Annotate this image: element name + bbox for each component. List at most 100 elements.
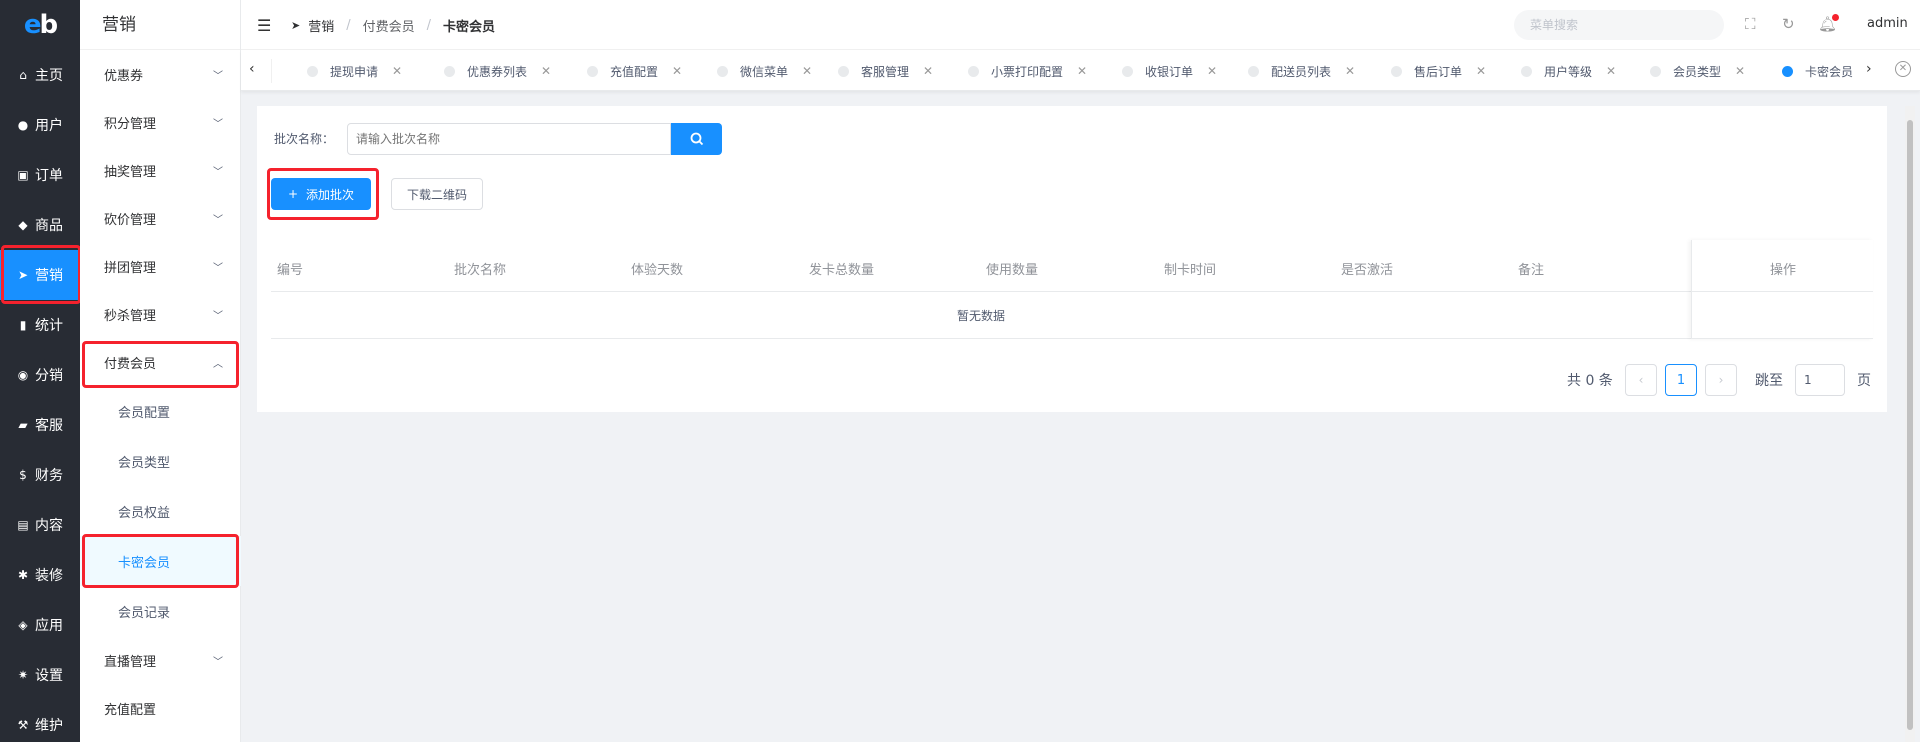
tab-after-sales[interactable]: 售后订单 ✕	[1391, 58, 1486, 84]
batch-name-input[interactable]	[347, 123, 671, 155]
chat-icon: ▰	[18, 418, 28, 432]
submenu-label: 直播管理	[104, 654, 157, 670]
tab-withdraw[interactable]: 提现申请 ✕	[307, 58, 402, 84]
submenu-label: 砍价管理	[104, 212, 157, 228]
close-icon[interactable]: ✕	[1476, 64, 1486, 78]
rail-item-service[interactable]: ▰ 客服	[0, 400, 80, 450]
tab-member-type[interactable]: 会员类型 ✕	[1650, 58, 1745, 84]
tab-divider	[271, 59, 272, 83]
tab-cashier-orders[interactable]: 收银订单 ✕	[1122, 58, 1217, 84]
scrollbar[interactable]	[1905, 106, 1915, 742]
refresh-icon[interactable]: ↻	[1782, 15, 1795, 33]
column-header: 备注	[1518, 263, 1545, 278]
rail-item-product[interactable]: ◆ 商品	[0, 200, 80, 250]
submenu-item-points[interactable]: 积分管理 ﹀	[80, 98, 241, 146]
rail-item-home[interactable]: ⌂ 主页	[0, 50, 80, 100]
chevron-down-icon: ﹀	[213, 71, 223, 82]
close-icon[interactable]: ✕	[1077, 64, 1087, 78]
submenu-label: 积分管理	[104, 116, 157, 132]
column-header: 编号	[277, 263, 304, 278]
close-icon[interactable]: ✕	[1345, 64, 1355, 78]
submenu-item-bargain[interactable]: 砍价管理 ﹀	[80, 194, 241, 242]
menu-search-input[interactable]: 菜单搜索	[1514, 10, 1724, 40]
search-button[interactable]	[671, 123, 722, 155]
rail-item-decorate[interactable]: ✱ 装修	[0, 550, 80, 600]
close-icon[interactable]: ✕	[923, 64, 933, 78]
share-icon: ◉	[17, 368, 29, 382]
tab-card-member[interactable]: 卡密会员	[1782, 58, 1862, 84]
rail-item-content[interactable]: ▤ 内容	[0, 500, 80, 550]
rail-item-apps[interactable]: ◈ 应用	[0, 600, 80, 650]
tab-coupon-list[interactable]: 优惠券列表 ✕	[444, 58, 551, 84]
rail-item-finance[interactable]: $ 财务	[0, 450, 80, 500]
page-number-button[interactable]: 1	[1665, 364, 1697, 396]
close-icon[interactable]: ✕	[672, 64, 682, 78]
gear-icon: ✷	[17, 668, 29, 682]
add-batch-button[interactable]: + 添加批次	[271, 178, 371, 210]
tab-dot	[1248, 65, 1259, 77]
next-page-button[interactable]: ›	[1705, 364, 1737, 396]
fullscreen-icon[interactable]: ⛶	[1745, 15, 1756, 33]
close-all-icon[interactable]: ✕	[1895, 61, 1911, 77]
submenu-label: 秒杀管理	[104, 308, 157, 324]
home-icon: ⌂	[19, 68, 27, 82]
close-icon[interactable]: ✕	[541, 64, 551, 78]
rail-label: 客服	[35, 418, 63, 434]
breadcrumb-root[interactable]: 营销	[308, 16, 334, 35]
submenu-item-coupon[interactable]: 优惠券 ﹀	[80, 50, 241, 98]
rail-item-stats[interactable]: ▮ 统计	[0, 300, 80, 350]
tab-label: 配送员列表	[1271, 64, 1332, 79]
app-logo[interactable]: eb	[0, 0, 80, 50]
rail-item-marketing[interactable]: ➤ 营销	[0, 250, 80, 300]
rail-item-order[interactable]: ▣ 订单	[0, 150, 80, 200]
rail-label: 订单	[35, 168, 63, 184]
close-icon[interactable]: ✕	[1735, 64, 1745, 78]
chevron-left-icon[interactable]: ‹	[249, 61, 255, 77]
submenu-child-member-rights[interactable]: 会员权益	[80, 486, 241, 536]
tab-label: 提现申请	[330, 64, 379, 79]
submenu-item-group[interactable]: 拼团管理 ﹀	[80, 242, 241, 290]
tab-user-level[interactable]: 用户等级 ✕	[1521, 58, 1616, 84]
rail-item-distribution[interactable]: ◉ 分销	[0, 350, 80, 400]
submenu-item-recharge[interactable]: 充值配置	[80, 684, 241, 732]
prev-page-button[interactable]: ‹	[1625, 364, 1657, 396]
submenu-child-member-type[interactable]: 会员类型	[80, 436, 241, 486]
submenu-item-live[interactable]: 直播管理 ﹀	[80, 636, 241, 684]
cart-icon: ▣	[17, 168, 29, 182]
main-sidebar: eb ⌂ 主页 ● 用户 ▣ 订单 ◆ 商品 ➤ 营销 ▮ 统计 ◉ 分销 ▰ 客服 $ 财务 ▤…	[0, 0, 80, 742]
download-qrcode-button[interactable]: 下载二维码	[391, 178, 483, 210]
close-icon[interactable]: ✕	[392, 64, 402, 78]
submenu-label: 卡密会员	[118, 555, 171, 571]
send-icon: ➤	[291, 19, 301, 32]
table-header: 编号 批次名称 体验天数 发卡总数量 使用数量 制卡时间 是否激活 备注	[271, 240, 1873, 292]
submenu-label: 会员记录	[118, 605, 171, 621]
submenu-label: 会员类型	[118, 455, 171, 471]
close-icon[interactable]: ✕	[802, 64, 812, 78]
tab-service-manage[interactable]: 客服管理 ✕	[838, 58, 933, 84]
close-icon[interactable]: ✕	[1606, 64, 1616, 78]
submenu-item-seckill[interactable]: 秒杀管理 ﹀	[80, 290, 241, 338]
user-name[interactable]: admin	[1867, 16, 1908, 31]
jump-page-input[interactable]: 1	[1795, 364, 1845, 396]
close-icon[interactable]: ✕	[1207, 64, 1217, 78]
add-batch-label: 添加批次	[306, 187, 355, 202]
menu-collapse-icon[interactable]: ☰	[257, 16, 271, 35]
submenu-item-lottery[interactable]: 抽奖管理 ﹀	[80, 146, 241, 194]
tab-wechat-menu[interactable]: 微信菜单 ✕	[717, 58, 812, 84]
book-icon: ▤	[17, 518, 29, 532]
rail-item-user[interactable]: ● 用户	[0, 100, 80, 150]
submenu-child-card-member[interactable]: 卡密会员	[80, 536, 241, 586]
submenu-child-member-config[interactable]: 会员配置	[80, 386, 241, 436]
total-count: 共 0 条	[1567, 373, 1613, 389]
submenu-item-paid-member[interactable]: 付费会员 ︿	[80, 338, 241, 386]
submenu-child-member-records[interactable]: 会员记录	[80, 586, 241, 636]
rail-item-settings[interactable]: ✷ 设置	[0, 650, 80, 700]
tab-courier-list[interactable]: 配送员列表 ✕	[1248, 58, 1355, 84]
tab-receipt-print[interactable]: 小票打印配置 ✕	[968, 58, 1087, 84]
tab-recharge-config[interactable]: 充值配置 ✕	[587, 58, 682, 84]
breadcrumb-mid[interactable]: 付费会员	[363, 16, 415, 35]
rail-item-maintain[interactable]: ⚒ 维护	[0, 700, 80, 742]
scrollbar-thumb[interactable]	[1907, 120, 1913, 730]
chevron-right-icon[interactable]: ›	[1866, 61, 1872, 77]
column-header: 是否激活	[1341, 263, 1394, 278]
